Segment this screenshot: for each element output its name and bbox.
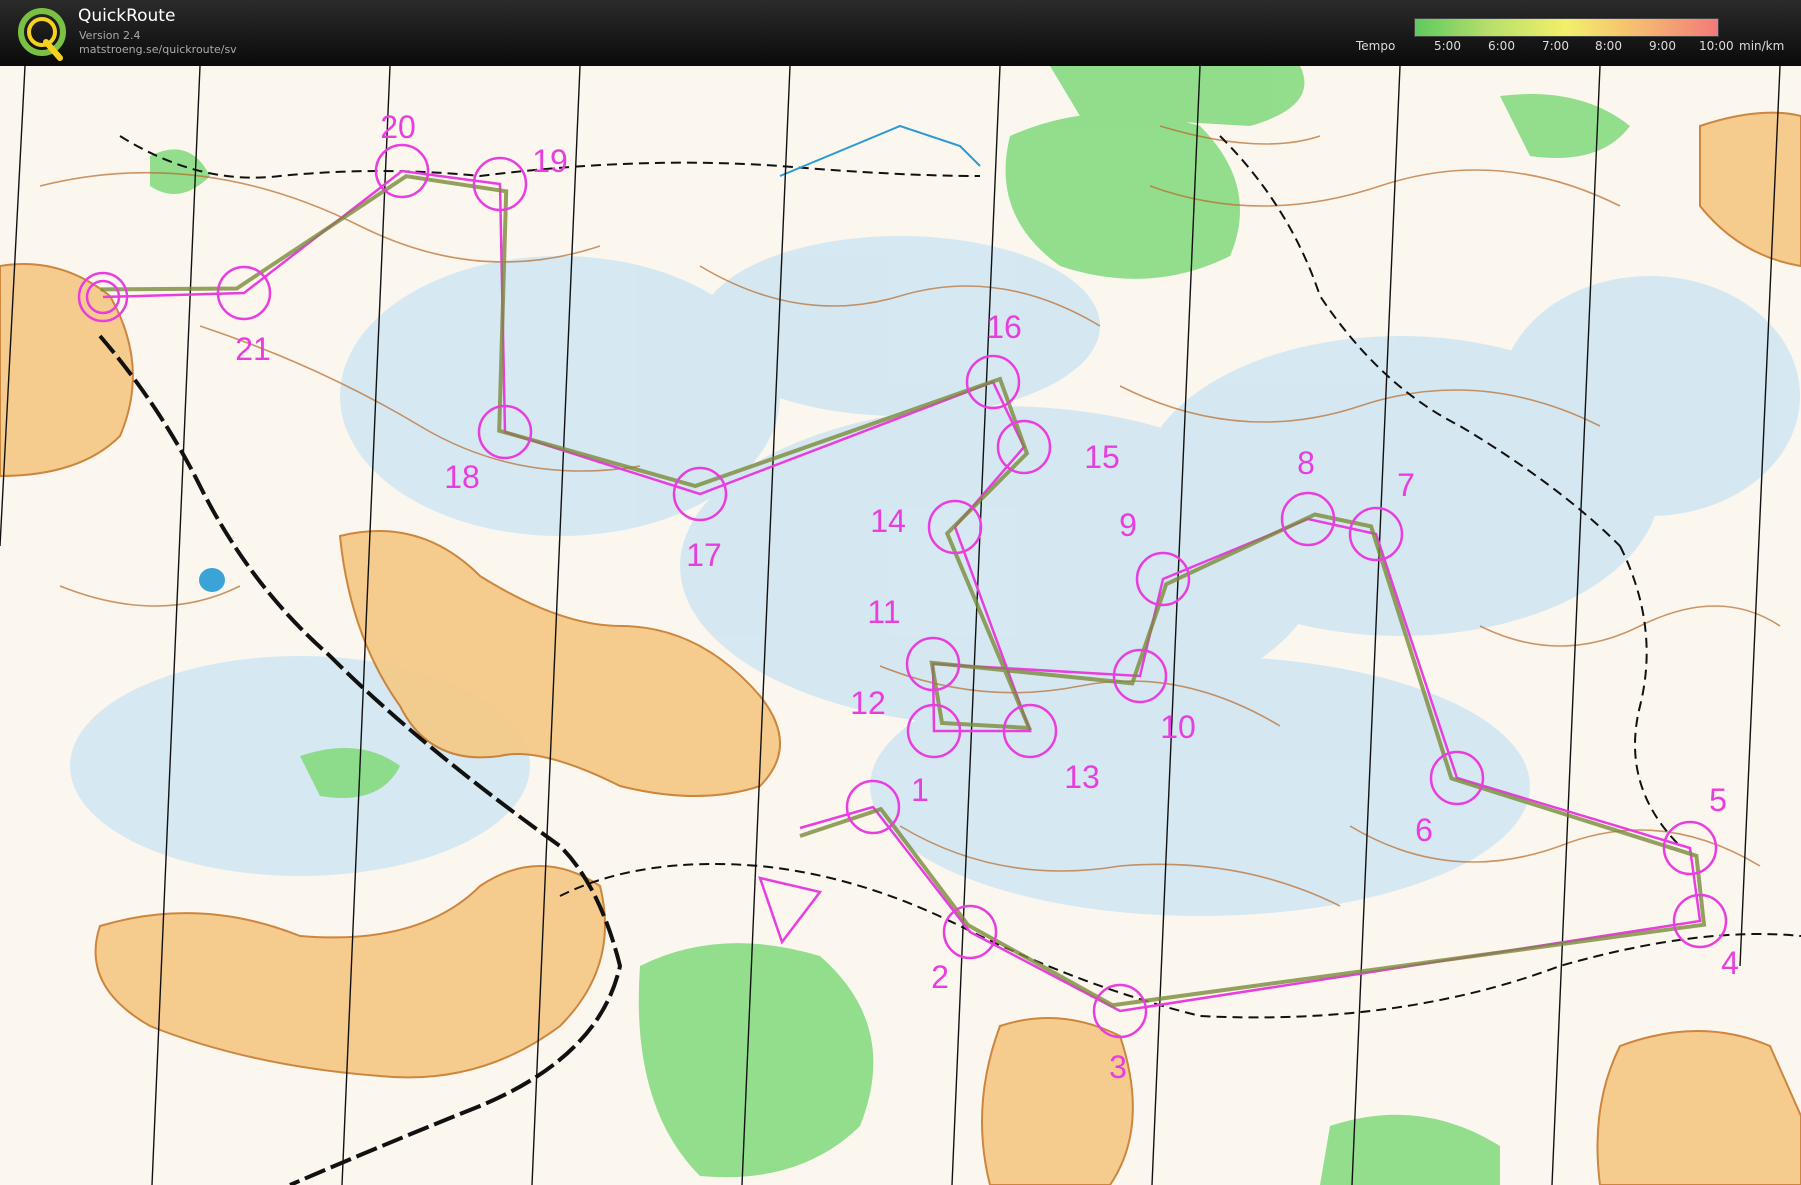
quickroute-logo-icon bbox=[18, 8, 66, 61]
tempo-tick-9: 9:00 bbox=[1649, 39, 1676, 53]
tempo-tick-10: 10:00 bbox=[1699, 39, 1734, 53]
tempo-unit: min/km bbox=[1739, 39, 1785, 53]
control-label-10: 10 bbox=[1160, 709, 1196, 745]
app-title: QuickRoute bbox=[78, 6, 176, 26]
control-label-8: 8 bbox=[1297, 445, 1315, 481]
header-bar: QuickRoute Version 2.4 matstroeng.se/qui… bbox=[0, 0, 1801, 66]
tempo-tick-5: 5:00 bbox=[1434, 39, 1461, 53]
map-canvas[interactable]: 123456789101112131415161718192021 bbox=[0, 66, 1801, 1185]
control-label-15: 15 bbox=[1084, 439, 1120, 475]
control-label-6: 6 bbox=[1415, 812, 1433, 848]
tempo-tick-8: 8:00 bbox=[1595, 39, 1622, 53]
lake bbox=[199, 568, 225, 592]
control-label-16: 16 bbox=[986, 309, 1022, 345]
control-label-3: 3 bbox=[1109, 1049, 1127, 1085]
control-label-14: 14 bbox=[870, 503, 906, 539]
tempo-label: Tempo bbox=[1356, 39, 1396, 53]
control-label-19: 19 bbox=[532, 143, 568, 179]
tempo-gradient-bar bbox=[1414, 18, 1719, 37]
control-label-9: 9 bbox=[1119, 507, 1137, 543]
control-label-12: 12 bbox=[850, 685, 886, 721]
control-label-17: 17 bbox=[686, 537, 722, 573]
control-label-18: 18 bbox=[444, 459, 480, 495]
control-label-4: 4 bbox=[1721, 945, 1739, 981]
control-label-2: 2 bbox=[931, 959, 949, 995]
orienteering-map[interactable]: 1 2 3 4 5 6 7 8 9 10 11 12 13 14 15 16 17 18 19 20 21 bbox=[0, 66, 1801, 1185]
control-label-21: 21 bbox=[235, 331, 271, 367]
control-label-1: 1 bbox=[911, 772, 929, 808]
control-label-20: 20 bbox=[380, 109, 416, 145]
control-label-7: 7 bbox=[1397, 467, 1415, 503]
control-label-13: 13 bbox=[1064, 759, 1100, 795]
control-label-11: 11 bbox=[867, 594, 900, 630]
tempo-tick-6: 6:00 bbox=[1488, 39, 1515, 53]
app-url[interactable]: matstroeng.se/quickroute/sv bbox=[79, 43, 237, 56]
control-label-5: 5 bbox=[1709, 782, 1727, 818]
app-version: Version 2.4 bbox=[79, 29, 141, 42]
tempo-tick-7: 7:00 bbox=[1542, 39, 1569, 53]
